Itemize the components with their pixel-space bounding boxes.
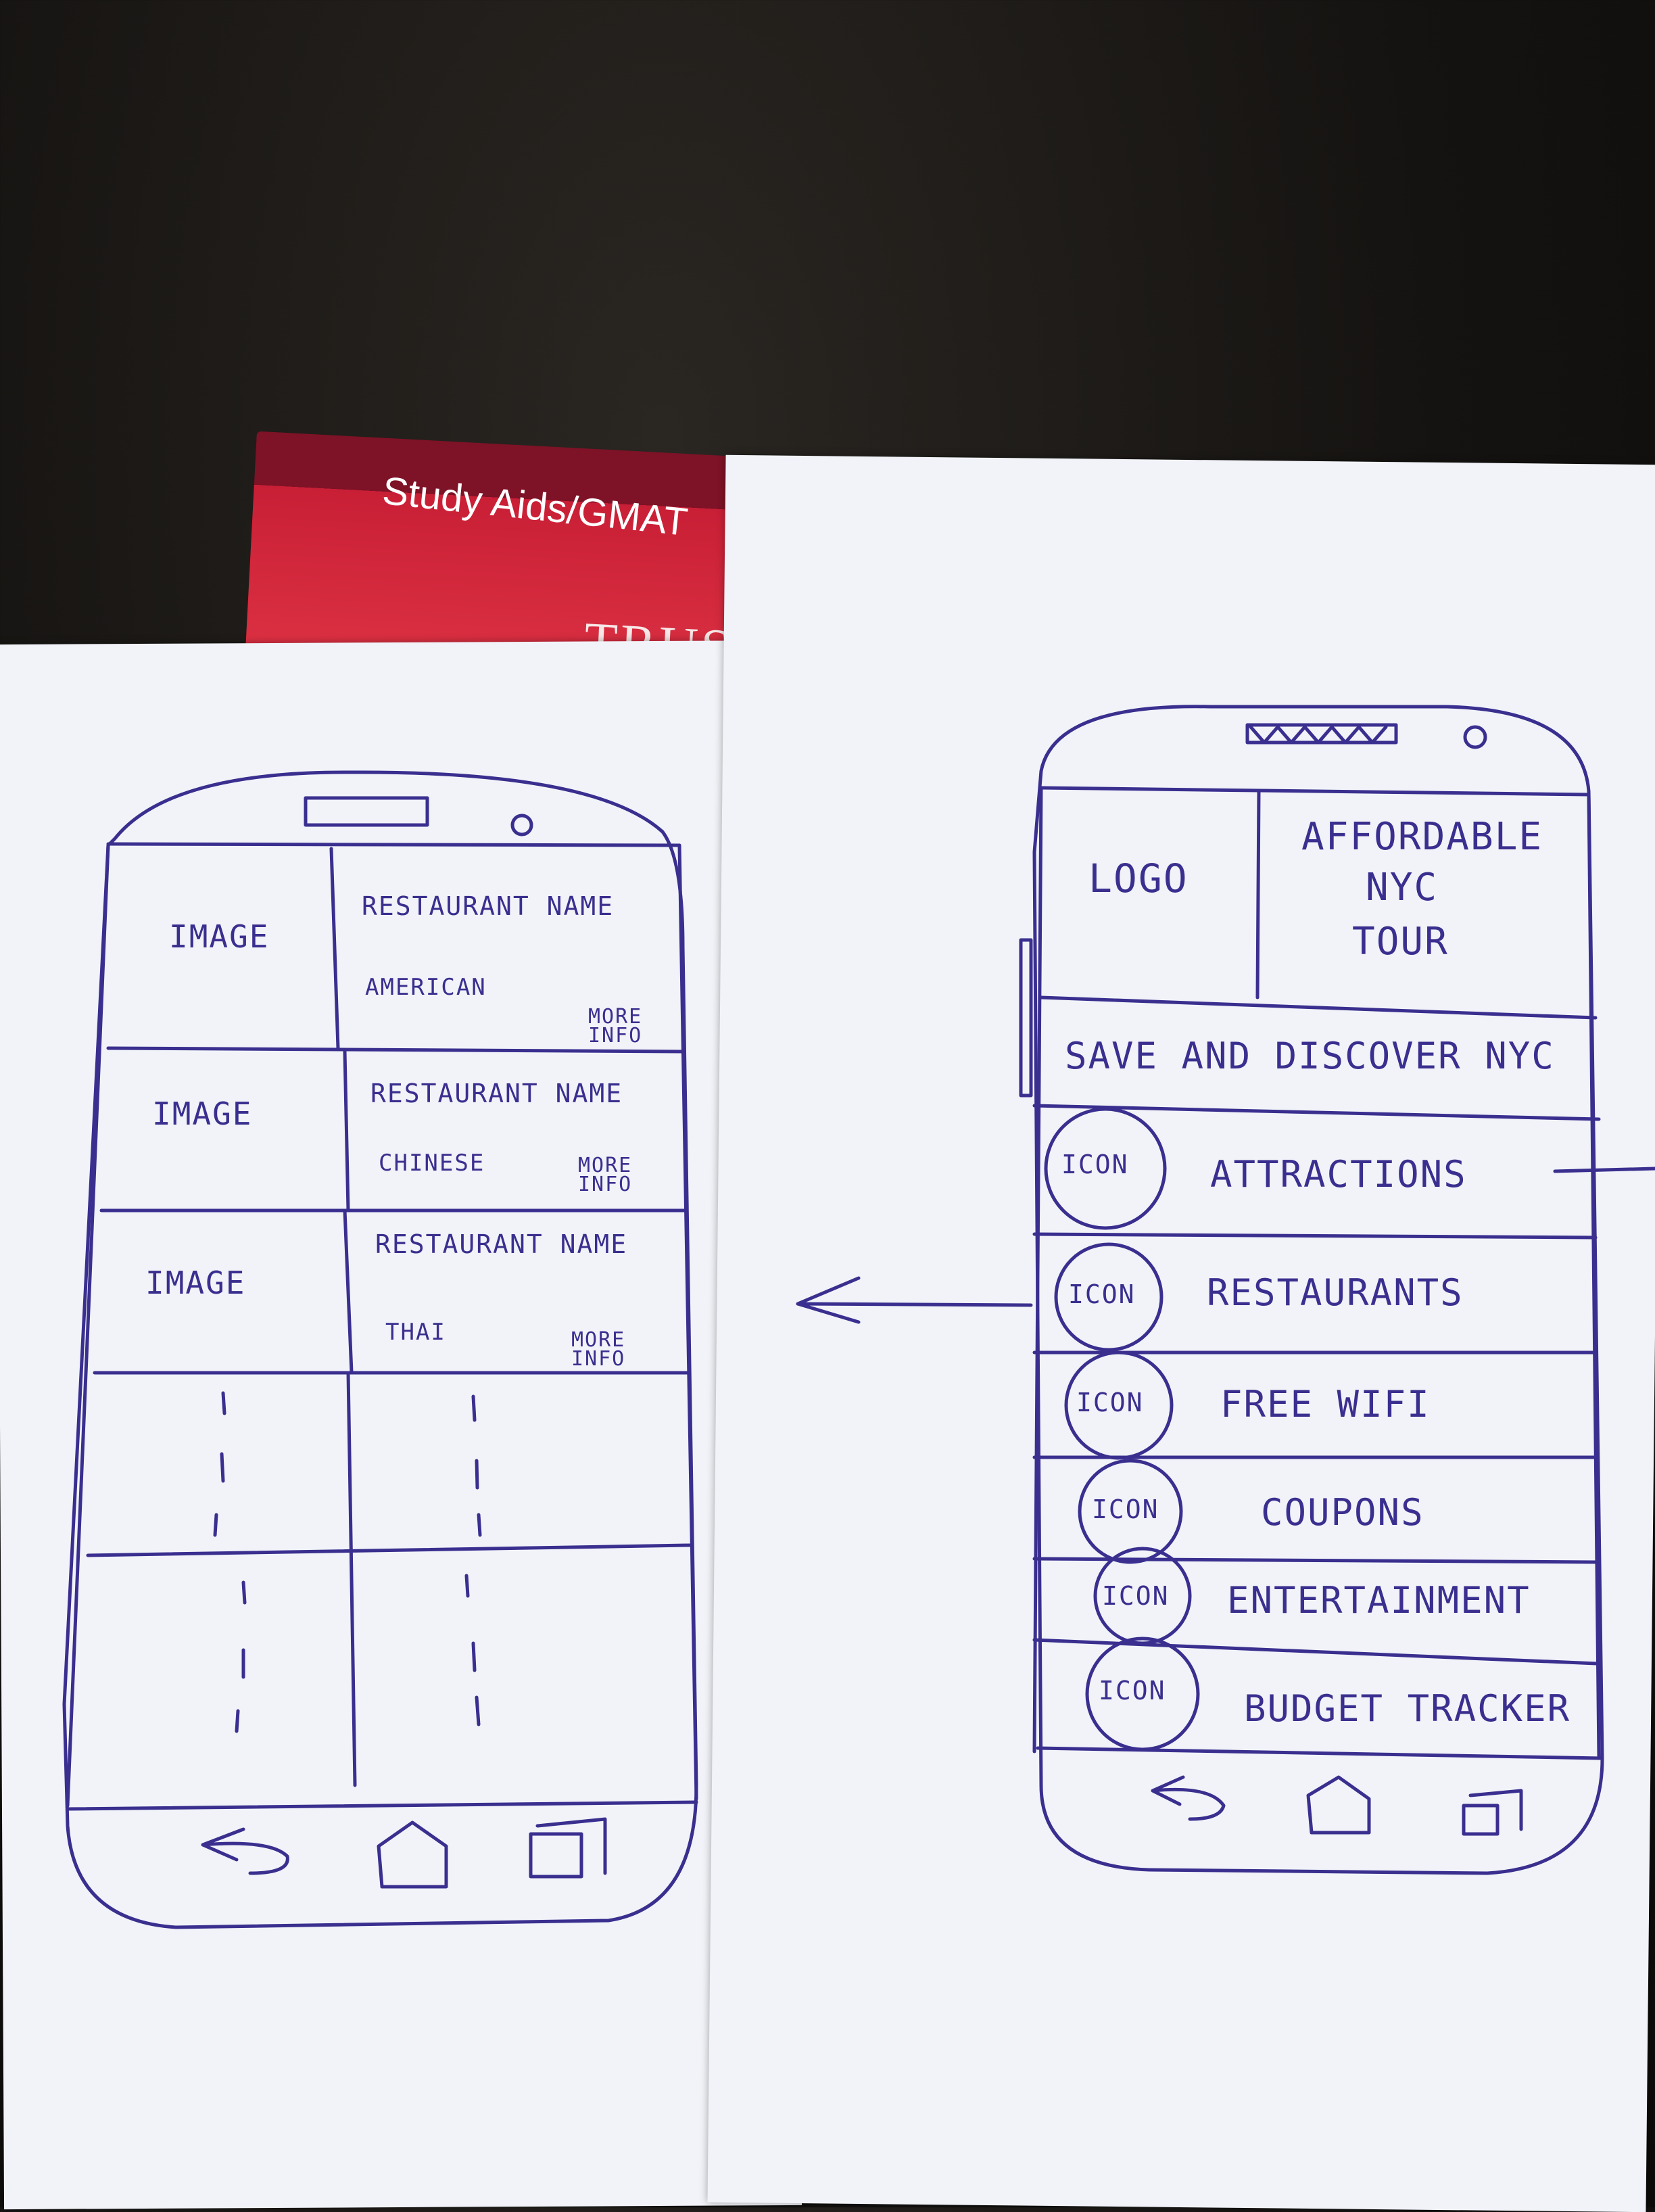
menu-item-free-wifi[interactable]: FREE WIFI	[1220, 1383, 1431, 1426]
left-row1-image: IMAGE	[169, 918, 270, 955]
left-row2-image: IMAGE	[152, 1096, 253, 1132]
left-row1-more-info[interactable]: MORE INFO	[588, 1007, 676, 1046]
free-wifi-icon[interactable]: ICON	[1076, 1388, 1144, 1417]
left-row3-more-info[interactable]: MORE INFO	[571, 1330, 666, 1369]
app-title-line3: TOUR	[1352, 920, 1449, 964]
left-row1-name: RESTAURANT NAME	[362, 891, 615, 921]
menu-item-entertainment[interactable]: ENTERTAINMENT	[1227, 1579, 1531, 1622]
left-recent-icon	[529, 1817, 607, 1879]
budget-tracker-icon[interactable]: ICON	[1099, 1676, 1166, 1705]
tagline: SAVE AND DISCOVER NYC	[1065, 1035, 1555, 1077]
right-back-icon	[1151, 1775, 1226, 1821]
menu-item-restaurants[interactable]: RESTAURANTS	[1207, 1271, 1464, 1314]
attractions-icon[interactable]: ICON	[1061, 1150, 1129, 1179]
coupons-icon[interactable]: ICON	[1092, 1495, 1159, 1524]
left-row2-cuisine[interactable]: CHINESE	[379, 1150, 485, 1177]
menu-item-coupons[interactable]: COUPONS	[1261, 1491, 1424, 1534]
left-home-icon	[377, 1820, 448, 1889]
left-row3-name: RESTAURANT NAME	[375, 1229, 628, 1259]
left-row1-cuisine[interactable]: AMERICAN	[365, 974, 487, 1001]
left-row2-more-info[interactable]: MORE INFO	[578, 1156, 666, 1195]
left-row3-image: IMAGE	[145, 1265, 246, 1301]
left-row3-cuisine[interactable]: THAI	[385, 1319, 446, 1346]
menu-item-attractions[interactable]: ATTRACTIONS	[1210, 1153, 1467, 1196]
entertainment-icon[interactable]: ICON	[1102, 1581, 1170, 1611]
menu-item-budget-tracker[interactable]: BUDGET TRACKER	[1244, 1687, 1570, 1730]
app-title-line1: AFFORDABLE	[1301, 815, 1543, 859]
app-title-line2: NYC	[1366, 866, 1439, 910]
restaurants-icon[interactable]: ICON	[1068, 1279, 1136, 1309]
right-recent-icon	[1462, 1789, 1523, 1836]
left-back-icon	[201, 1827, 289, 1875]
app-logo: LOGO	[1088, 855, 1189, 901]
right-home-icon	[1306, 1775, 1371, 1835]
left-row2-name: RESTAURANT NAME	[370, 1079, 623, 1108]
